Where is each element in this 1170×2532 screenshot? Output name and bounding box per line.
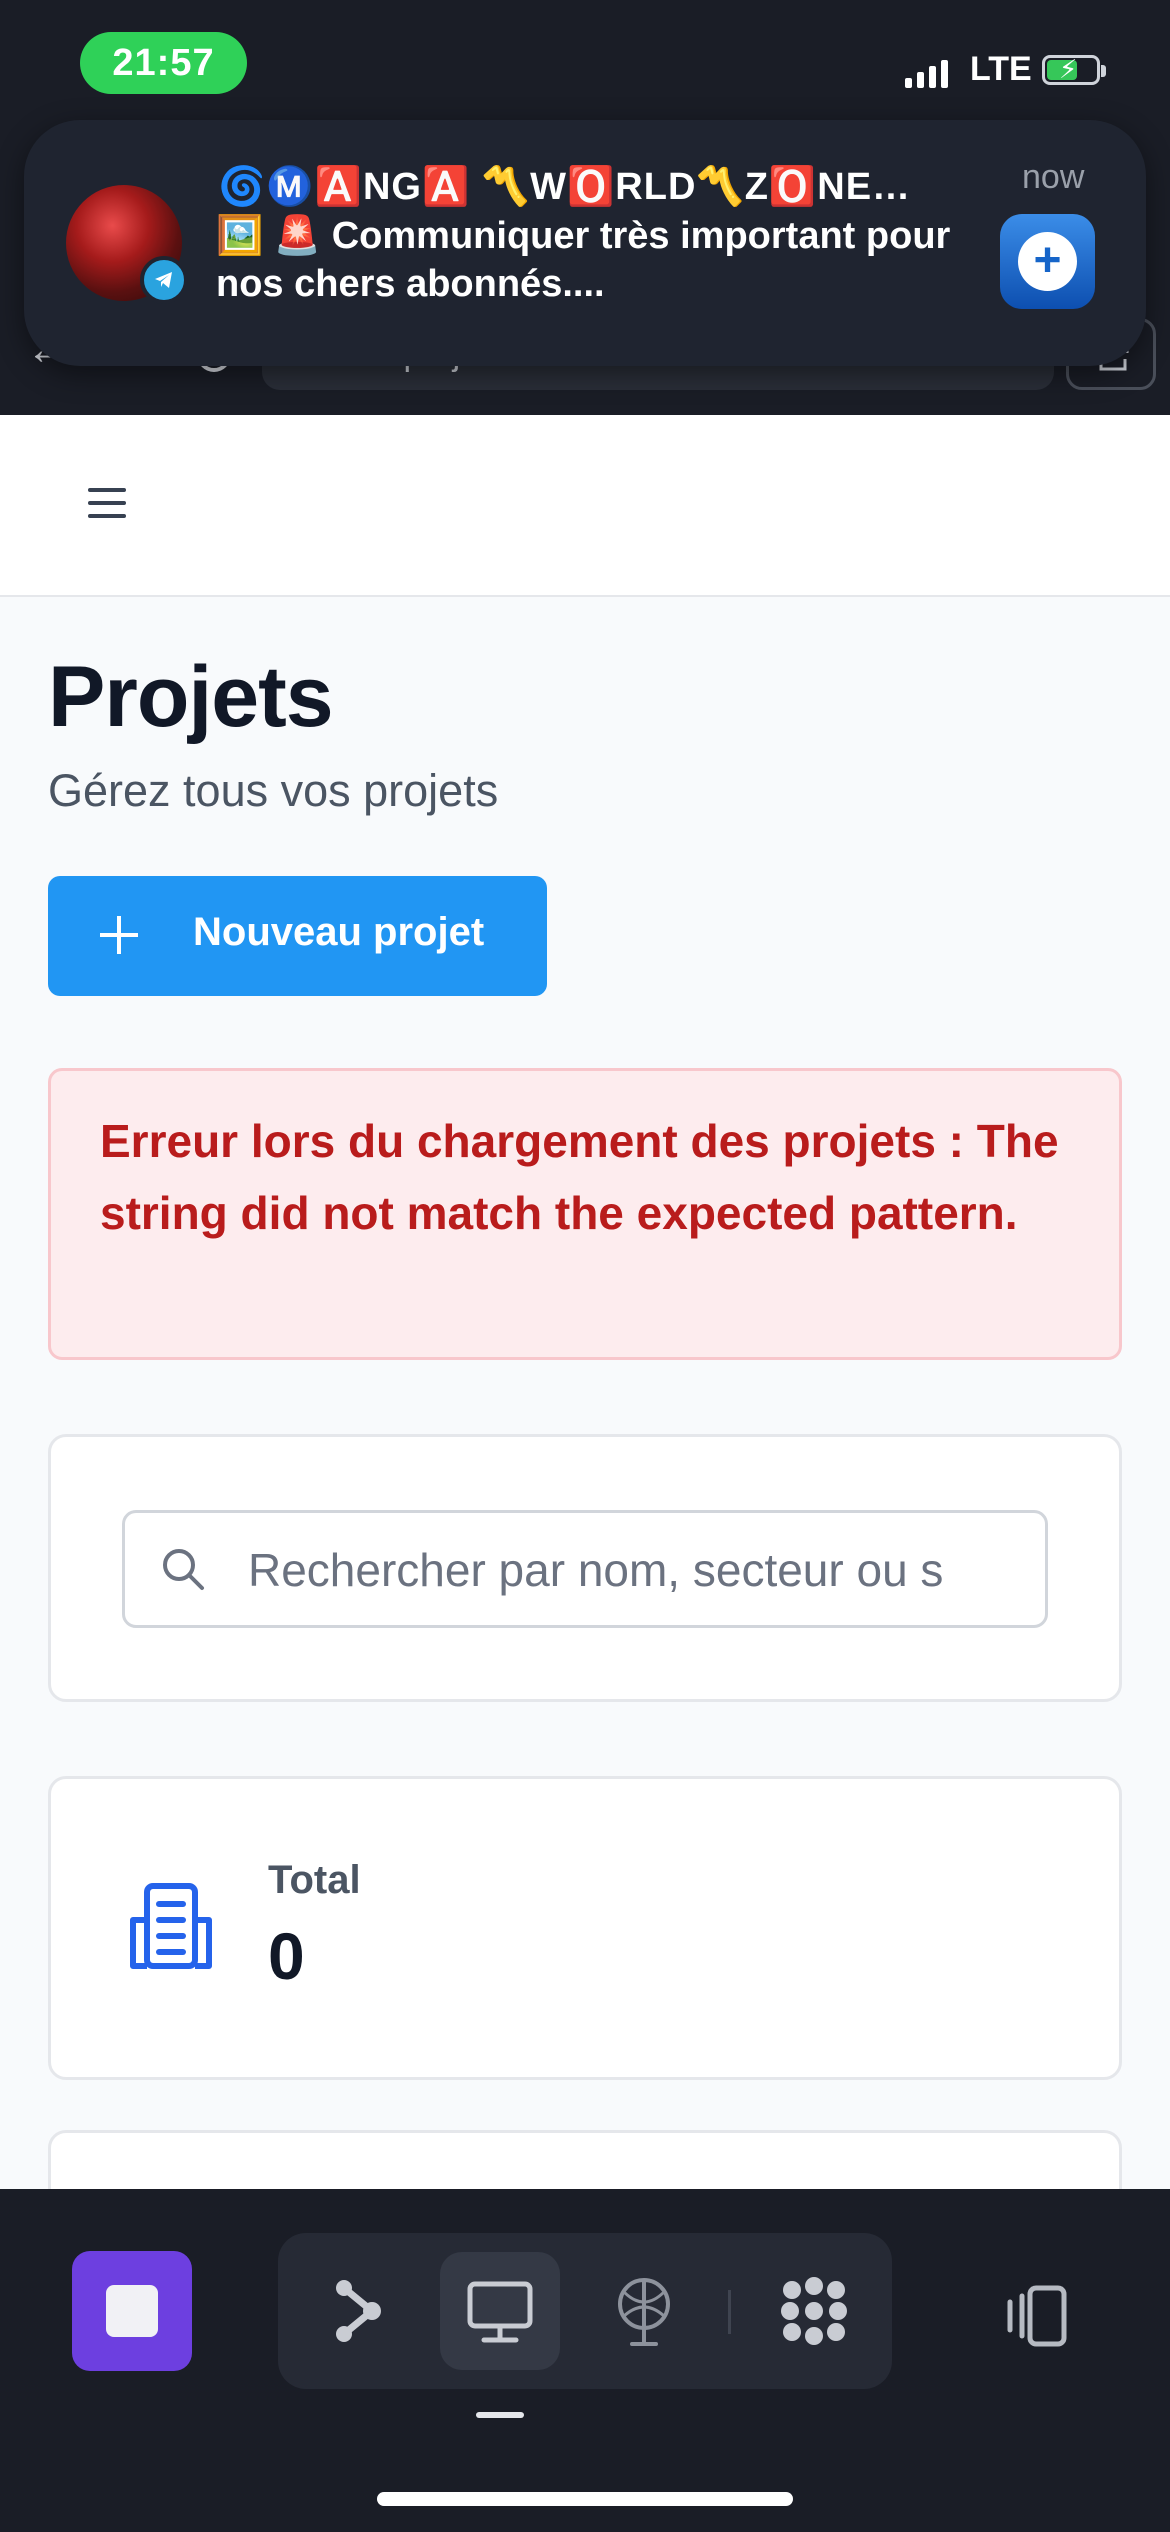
- antenna-icon[interactable]: [584, 2252, 704, 2370]
- desktop-icon[interactable]: [440, 2252, 560, 2370]
- page-title: Projets: [48, 649, 334, 745]
- stop-square-icon[interactable]: [72, 2251, 192, 2371]
- apps-grid-icon[interactable]: [754, 2252, 874, 2370]
- status-time: 21:57: [80, 32, 247, 94]
- new-project-button[interactable]: Nouveau projet: [48, 876, 547, 996]
- building-icon: [125, 1880, 217, 1977]
- battery-charging-icon: ⚡: [1042, 54, 1106, 85]
- plus-circle-icon: +: [1018, 232, 1077, 291]
- telegram-icon: [140, 256, 188, 304]
- search-input[interactable]: [246, 1526, 1020, 1614]
- network-label: LTE: [970, 50, 1032, 88]
- notification-app-icon: +: [1000, 214, 1095, 309]
- page-subtitle: Gérez tous vos projets: [48, 765, 499, 816]
- total-label: Total: [268, 1858, 361, 1902]
- total-value: 0: [268, 1919, 305, 1993]
- dock-separator: [728, 2290, 731, 2334]
- notification-title: 🌀Ⓜ️🅰️NG🅰️ 〽️W🅾️RLD〽️Z🅾️NE…: [218, 166, 912, 208]
- app-header: [0, 415, 1170, 597]
- error-message: Erreur lors du chargement des projets : …: [100, 1115, 1059, 1239]
- panels-icon[interactable]: [996, 2284, 1076, 2353]
- plus-icon: [100, 916, 138, 954]
- share-network-icon[interactable]: [296, 2252, 416, 2370]
- home-indicator[interactable]: [377, 2492, 793, 2506]
- search-icon: [160, 1546, 206, 1597]
- notification-body: 🖼️ 🚨 Communiquer très important pour nos…: [216, 215, 951, 305]
- new-project-label: Nouveau projet: [193, 910, 485, 954]
- dock-page-indicator: [476, 2412, 524, 2418]
- menu-icon[interactable]: [88, 488, 126, 527]
- cellular-signal-icon: [905, 60, 948, 88]
- notification-time: now: [1022, 158, 1085, 196]
